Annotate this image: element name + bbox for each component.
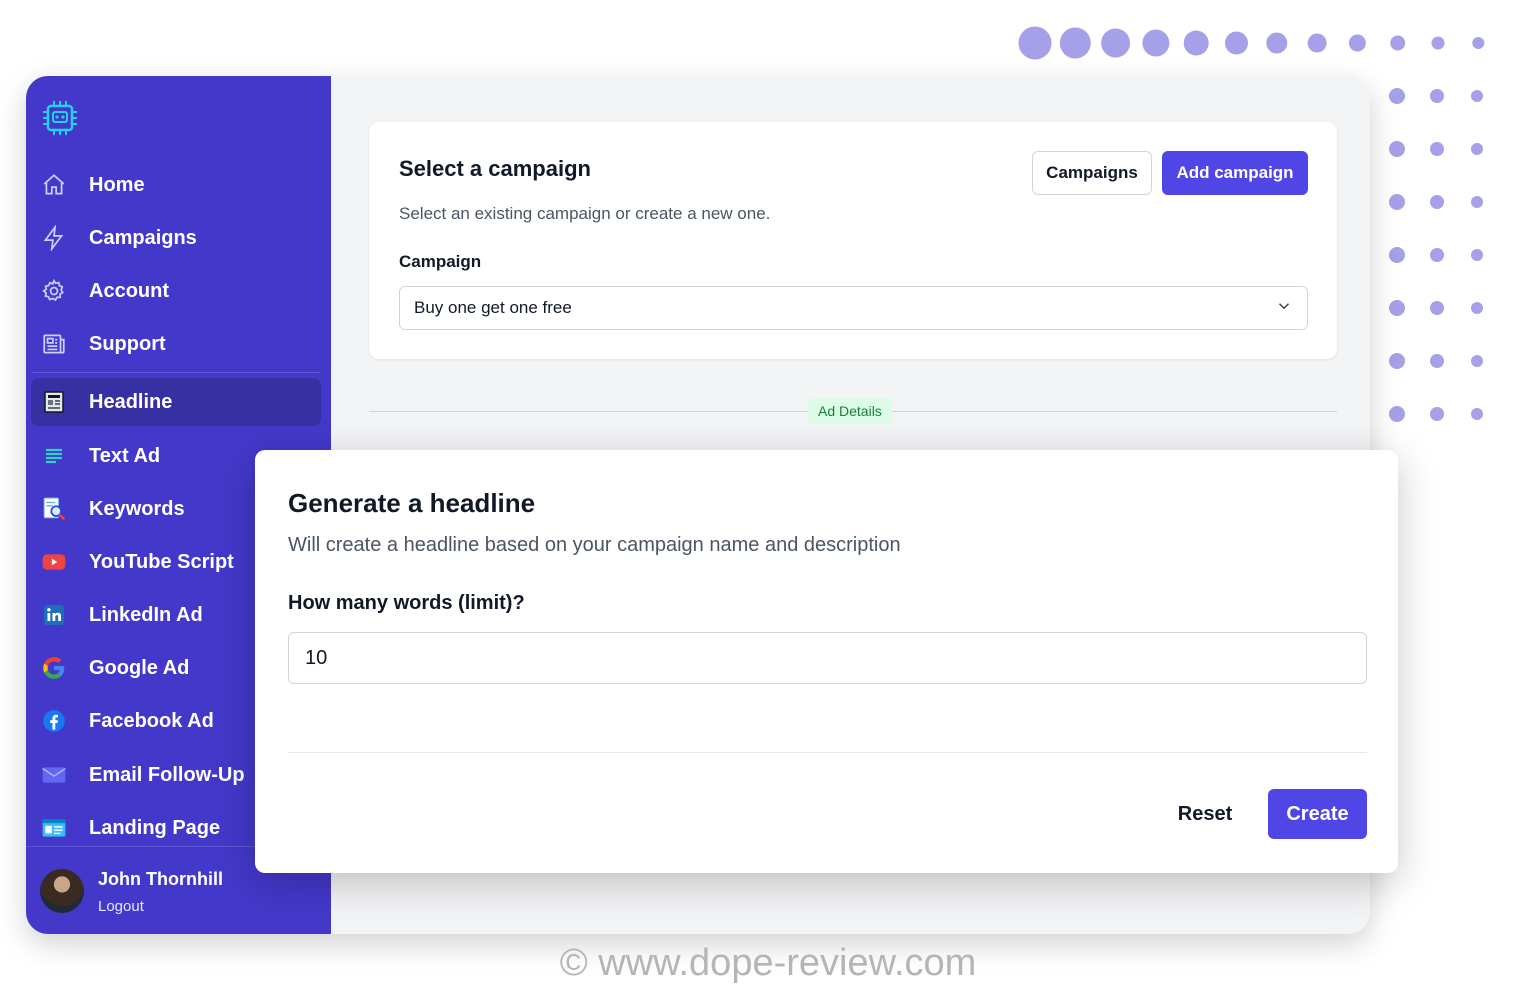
watermark: © www.dope-review.com bbox=[559, 942, 977, 984]
add-campaign-button[interactable]: Add campaign bbox=[1162, 151, 1308, 195]
sidebar-item-support[interactable]: Support bbox=[31, 320, 321, 368]
decorative-dot bbox=[1142, 29, 1170, 57]
campaign-select[interactable]: Buy one get one free bbox=[399, 286, 1308, 330]
card-title: Select a campaign bbox=[399, 156, 591, 181]
decorative-dot bbox=[1471, 249, 1483, 261]
envelope-icon bbox=[40, 761, 68, 789]
decorative-dot bbox=[1307, 33, 1327, 53]
decorative-dot bbox=[1389, 406, 1405, 422]
campaigns-button[interactable]: Campaigns bbox=[1032, 151, 1152, 195]
google-icon bbox=[40, 654, 68, 682]
panel-divider bbox=[288, 752, 1367, 753]
decorative-dot bbox=[1390, 35, 1406, 51]
sidebar-item-home[interactable]: Home bbox=[31, 161, 321, 209]
campaign-field-label: Campaign bbox=[399, 252, 482, 271]
decorative-dot bbox=[1348, 34, 1366, 52]
decorative-dot bbox=[1471, 143, 1483, 155]
sidebar-item-label: Text Ad bbox=[89, 444, 161, 467]
decorative-dot bbox=[1471, 355, 1483, 367]
gear-icon bbox=[40, 277, 68, 305]
decorative-dot bbox=[1018, 26, 1052, 60]
sidebar-item-headline[interactable]: Headline bbox=[31, 378, 321, 426]
decorative-dot bbox=[1471, 302, 1483, 314]
campaign-select-card: Select a campaign Select an existing cam… bbox=[369, 122, 1337, 359]
decorative-dot bbox=[1389, 353, 1405, 369]
sidebar-item-label: Landing Page bbox=[89, 816, 221, 839]
decorative-dot bbox=[1183, 30, 1209, 56]
panel-description: Will create a headline based on your cam… bbox=[288, 534, 901, 556]
decorative-dot bbox=[1389, 141, 1405, 157]
sidebar-item-label: Google Ad bbox=[89, 656, 190, 679]
decorative-dot bbox=[1430, 142, 1444, 156]
lightning-icon bbox=[40, 224, 68, 252]
text-lines-icon bbox=[40, 442, 68, 470]
user-name: John Thornhill bbox=[98, 869, 223, 889]
sidebar-item-label: Support bbox=[89, 332, 166, 355]
avatar[interactable] bbox=[40, 869, 84, 913]
decorative-dot bbox=[1431, 36, 1445, 50]
decorative-dot bbox=[1430, 89, 1444, 103]
panel-title: Generate a headline bbox=[288, 488, 536, 518]
word-limit-label: How many words (limit)? bbox=[288, 592, 525, 614]
home-icon bbox=[40, 171, 68, 199]
sidebar-item-label: Email Follow-Up bbox=[89, 763, 245, 786]
decorative-dot bbox=[1266, 32, 1288, 54]
decorative-dot bbox=[1059, 27, 1091, 59]
decorative-dot bbox=[1225, 31, 1248, 55]
decorative-dot bbox=[1430, 407, 1444, 421]
generate-headline-panel: Generate a headline Will create a headli… bbox=[255, 450, 1398, 873]
sidebar-item-label: YouTube Script bbox=[89, 550, 234, 573]
word-limit-input[interactable] bbox=[288, 632, 1367, 684]
sidebar-item-label: Home bbox=[89, 173, 145, 196]
decorative-dot bbox=[1389, 88, 1405, 104]
logout-link[interactable]: Logout bbox=[98, 898, 144, 915]
decorative-dot bbox=[1389, 194, 1405, 210]
sidebar-item-label: Keywords bbox=[89, 497, 185, 520]
create-button[interactable]: Create bbox=[1268, 789, 1367, 839]
browser-window-icon bbox=[40, 814, 68, 842]
sidebar-item-label: Facebook Ad bbox=[89, 709, 214, 732]
decorative-dot bbox=[1101, 28, 1131, 58]
facebook-icon bbox=[40, 707, 68, 735]
decorative-dot bbox=[1389, 300, 1405, 316]
sidebar-divider bbox=[31, 372, 321, 373]
headline-icon bbox=[40, 388, 68, 416]
campaign-select-value: Buy one get one free bbox=[414, 298, 572, 317]
sidebar-item-label: Campaigns bbox=[89, 226, 197, 249]
card-description: Select an existing campaign or create a … bbox=[399, 204, 771, 223]
decorative-dot bbox=[1430, 248, 1444, 262]
youtube-icon bbox=[40, 548, 68, 576]
reset-button[interactable]: Reset bbox=[1155, 789, 1255, 839]
decorative-dot bbox=[1471, 196, 1483, 208]
decorative-dot bbox=[1472, 37, 1485, 49]
sidebar-item-campaigns[interactable]: Campaigns bbox=[31, 214, 321, 262]
decorative-dot bbox=[1471, 408, 1483, 420]
sidebar-item-label: Headline bbox=[89, 390, 173, 413]
sidebar-item-label: Account bbox=[89, 279, 169, 302]
decorative-dot bbox=[1389, 247, 1405, 263]
chevron-down-icon bbox=[1275, 297, 1293, 320]
sidebar-item-account[interactable]: Account bbox=[31, 267, 321, 315]
decorative-dot bbox=[1430, 301, 1444, 315]
decorative-dot bbox=[1471, 90, 1483, 102]
linkedin-icon bbox=[40, 601, 68, 629]
newspaper-icon bbox=[40, 330, 68, 358]
decorative-dot bbox=[1430, 354, 1444, 368]
ad-details-badge: Ad Details bbox=[808, 398, 892, 424]
decorative-dot bbox=[1430, 195, 1444, 209]
cpu-robot-icon[interactable] bbox=[40, 98, 80, 138]
sidebar-item-label: LinkedIn Ad bbox=[89, 603, 203, 626]
keyword-search-icon bbox=[40, 495, 68, 523]
